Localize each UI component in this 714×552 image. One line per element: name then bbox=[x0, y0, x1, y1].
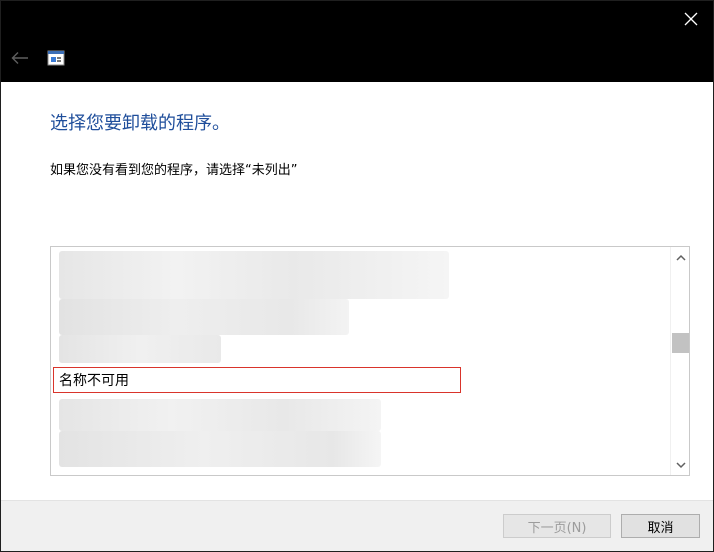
blurred-list-item[interactable] bbox=[59, 335, 221, 363]
next-page-button[interactable]: 下一页(N) bbox=[503, 514, 611, 538]
scroll-down-button[interactable] bbox=[671, 455, 689, 475]
back-button[interactable] bbox=[9, 48, 31, 68]
blurred-list-item[interactable] bbox=[59, 399, 381, 431]
cancel-button[interactable]: 取消 bbox=[621, 514, 700, 538]
blurred-list-item[interactable] bbox=[59, 251, 449, 299]
title-bar bbox=[1, 1, 713, 82]
scroll-up-button[interactable] bbox=[671, 247, 689, 267]
app-icon bbox=[47, 50, 65, 66]
list-item-name-unavailable[interactable]: 名称不可用 bbox=[53, 367, 461, 393]
scroll-thumb[interactable] bbox=[672, 333, 689, 353]
close-icon bbox=[684, 12, 698, 26]
blurred-list-item[interactable] bbox=[59, 431, 381, 467]
back-arrow-icon bbox=[11, 52, 28, 64]
program-list: 名称不可用 bbox=[51, 247, 670, 475]
vertical-scrollbar[interactable] bbox=[670, 247, 689, 475]
list-item-label: 名称不可用 bbox=[59, 373, 129, 389]
program-listbox[interactable]: 名称不可用 bbox=[50, 246, 690, 476]
dialog-heading: 选择您要卸载的程序。 bbox=[50, 113, 230, 134]
chevron-down-icon bbox=[675, 461, 686, 468]
chevron-up-icon bbox=[675, 254, 686, 261]
blurred-list-item[interactable] bbox=[59, 299, 349, 335]
instruction-text: 如果您没有看到您的程序，请选择“未列出” bbox=[50, 163, 298, 178]
close-button[interactable] bbox=[675, 5, 707, 33]
dialog-footer: 下一页(N) 取消 bbox=[1, 500, 713, 551]
uninstall-dialog-window: 选择您要卸载的程序。 如果您没有看到您的程序，请选择“未列出” 名称不可用 下一… bbox=[0, 0, 714, 552]
